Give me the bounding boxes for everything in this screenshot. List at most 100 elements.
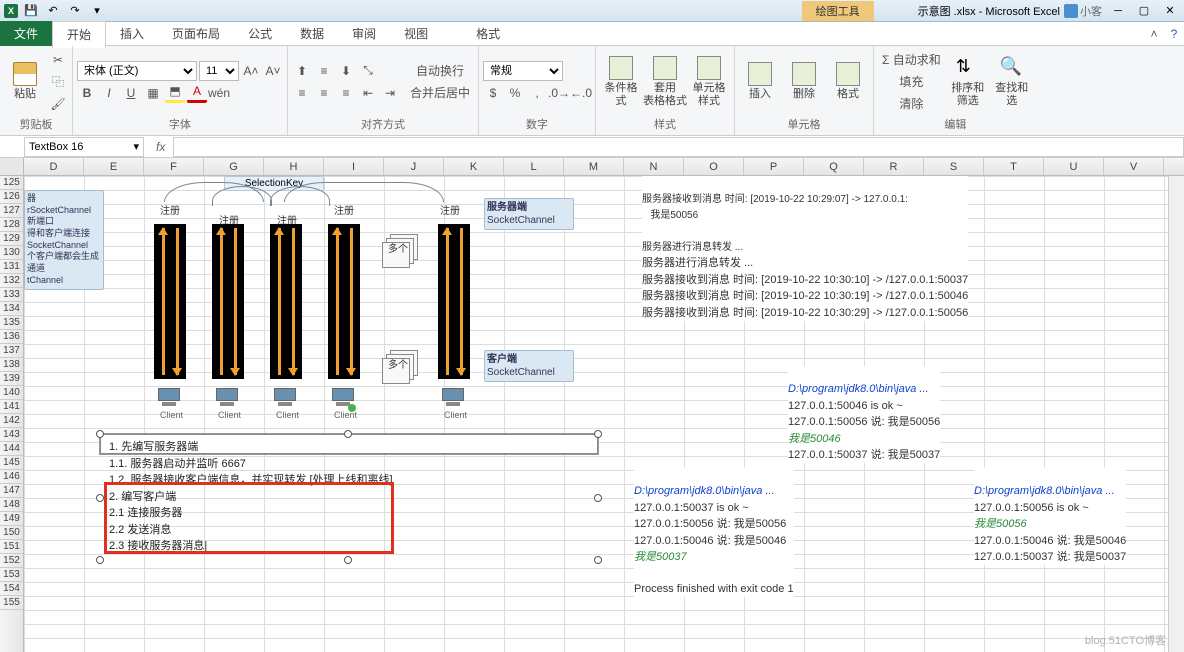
row-header-151[interactable]: 151	[0, 540, 23, 554]
col-header-E[interactable]: E	[84, 158, 144, 175]
row-header-130[interactable]: 130	[0, 246, 23, 260]
row-header-155[interactable]: 155	[0, 596, 23, 610]
col-header-L[interactable]: L	[504, 158, 564, 175]
redo-icon[interactable]: ↷	[66, 2, 84, 20]
row-header-133[interactable]: 133	[0, 288, 23, 302]
dec-decimal-icon[interactable]: ←.0	[571, 83, 591, 103]
vertical-scrollbar[interactable]	[1168, 176, 1184, 652]
currency-icon[interactable]: $	[483, 83, 503, 103]
col-header-S[interactable]: S	[924, 158, 984, 175]
resize-handle[interactable]	[96, 494, 104, 502]
decrease-font-icon[interactable]: A˅	[263, 61, 283, 81]
col-header-D[interactable]: D	[24, 158, 84, 175]
sort-filter-button[interactable]: ⇅排序和筛选	[947, 50, 989, 114]
drawing-tools-tab[interactable]: 绘图工具	[802, 1, 874, 21]
tab-formulas[interactable]: 公式	[234, 21, 286, 46]
fill-color-icon[interactable]: ⬒	[165, 83, 185, 103]
help-icon[interactable]: ?	[1164, 24, 1184, 44]
row-header-125[interactable]: 125	[0, 176, 23, 190]
tab-page-layout[interactable]: 页面布局	[158, 21, 234, 46]
clear-button[interactable]: 清除	[878, 94, 945, 114]
find-select-button[interactable]: 🔍查找和选	[991, 50, 1033, 114]
row-header-134[interactable]: 134	[0, 302, 23, 316]
increase-font-icon[interactable]: A˄	[241, 61, 261, 81]
col-header-P[interactable]: P	[744, 158, 804, 175]
row-header-136[interactable]: 136	[0, 330, 23, 344]
row-header-132[interactable]: 132	[0, 274, 23, 288]
col-header-U[interactable]: U	[1044, 158, 1104, 175]
indent-dec-icon[interactable]: ⇤	[358, 83, 378, 103]
row-header-137[interactable]: 137	[0, 344, 23, 358]
italic-button[interactable]: I	[99, 83, 119, 103]
col-header-R[interactable]: R	[864, 158, 924, 175]
row-header-152[interactable]: 152	[0, 554, 23, 568]
row-header-146[interactable]: 146	[0, 470, 23, 484]
row-header-147[interactable]: 147	[0, 484, 23, 498]
row-header-129[interactable]: 129	[0, 232, 23, 246]
row-header-126[interactable]: 126	[0, 190, 23, 204]
table-format-button[interactable]: 套用 表格格式	[644, 50, 686, 114]
formula-input[interactable]	[173, 137, 1184, 157]
resize-handle[interactable]	[344, 430, 352, 438]
border-icon[interactable]: ▦	[143, 83, 163, 103]
align-top-icon[interactable]: ⬆	[292, 61, 312, 81]
col-header-O[interactable]: O	[684, 158, 744, 175]
tab-home[interactable]: 开始	[52, 21, 106, 48]
col-header-M[interactable]: M	[564, 158, 624, 175]
tab-format[interactable]: 格式	[462, 21, 514, 46]
font-name-select[interactable]: 宋体 (正文)	[77, 61, 197, 81]
delete-cells-button[interactable]: 删除	[783, 50, 825, 114]
row-header-150[interactable]: 150	[0, 526, 23, 540]
bold-button[interactable]: B	[77, 83, 97, 103]
row-header-148[interactable]: 148	[0, 498, 23, 512]
conditional-format-button[interactable]: 条件格式	[600, 50, 642, 114]
format-painter-icon[interactable]: 🖌	[48, 94, 68, 114]
merge-center-button[interactable]: 合并后居中	[406, 83, 474, 103]
resize-handle[interactable]	[594, 494, 602, 502]
row-header-153[interactable]: 153	[0, 568, 23, 582]
cell-style-button[interactable]: 单元格样式	[688, 50, 730, 114]
row-header-135[interactable]: 135	[0, 316, 23, 330]
comma-icon[interactable]: ,	[527, 83, 547, 103]
font-color-icon[interactable]: A	[187, 83, 207, 103]
user-indicator[interactable]: 小客	[1060, 3, 1106, 19]
col-header-H[interactable]: H	[264, 158, 324, 175]
resize-handle[interactable]	[594, 556, 602, 564]
row-header-131[interactable]: 131	[0, 260, 23, 274]
fx-icon[interactable]: fx	[148, 140, 173, 154]
tab-insert[interactable]: 插入	[106, 21, 158, 46]
align-bottom-icon[interactable]: ⬇	[336, 61, 356, 81]
percent-icon[interactable]: %	[505, 83, 525, 103]
ribbon-minimize-icon[interactable]: ˄	[1144, 24, 1164, 44]
font-size-select[interactable]: 11	[199, 61, 239, 81]
col-header-K[interactable]: K	[444, 158, 504, 175]
maximize-button[interactable]: ▢	[1132, 2, 1156, 20]
phonetic-icon[interactable]: wén	[209, 83, 229, 103]
tab-view[interactable]: 视图	[390, 21, 442, 46]
col-header-T[interactable]: T	[984, 158, 1044, 175]
inc-decimal-icon[interactable]: .0→	[549, 83, 569, 103]
cut-icon[interactable]: ✂	[48, 50, 68, 70]
autosum-button[interactable]: Σ 自动求和	[878, 50, 945, 70]
qat-menu-icon[interactable]: ▾	[88, 2, 106, 20]
save-icon[interactable]: 💾	[22, 2, 40, 20]
worksheet-area[interactable]: DEFGHIJKLMNOPQRSTUV 12512612712812913013…	[0, 158, 1184, 652]
copy-icon[interactable]: ⿻	[48, 72, 68, 92]
row-header-154[interactable]: 154	[0, 582, 23, 596]
row-header-141[interactable]: 141	[0, 400, 23, 414]
resize-handle[interactable]	[344, 556, 352, 564]
indent-inc-icon[interactable]: ⇥	[380, 83, 400, 103]
align-right-icon[interactable]: ≡	[336, 83, 356, 103]
row-header-128[interactable]: 128	[0, 218, 23, 232]
row-header-145[interactable]: 145	[0, 456, 23, 470]
row-header-149[interactable]: 149	[0, 512, 23, 526]
row-header-140[interactable]: 140	[0, 386, 23, 400]
wrap-text-button[interactable]: 自动换行	[406, 61, 474, 81]
row-header-139[interactable]: 139	[0, 372, 23, 386]
tab-file[interactable]: 文件	[0, 21, 52, 46]
align-left-icon[interactable]: ≡	[292, 83, 312, 103]
row-header-138[interactable]: 138	[0, 358, 23, 372]
row-header-144[interactable]: 144	[0, 442, 23, 456]
name-box[interactable]: TextBox 16▾	[24, 137, 144, 157]
col-header-I[interactable]: I	[324, 158, 384, 175]
